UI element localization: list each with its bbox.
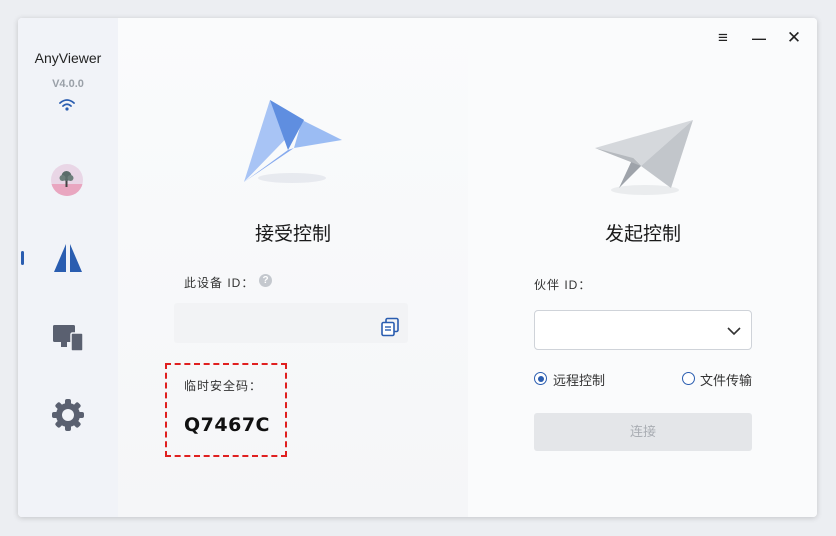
- sidebar: AnyViewer V4.0.0: [18, 18, 118, 517]
- paper-plane-gray-icon: [593, 118, 695, 201]
- connect-button[interactable]: 连接: [534, 413, 752, 451]
- minimize-button[interactable]: —: [749, 28, 769, 48]
- partner-id-label: 伙伴 ID：: [534, 278, 592, 292]
- close-button[interactable]: ✕: [784, 28, 804, 48]
- file-transfer-radio[interactable]: [682, 372, 695, 385]
- app-window: AnyViewer V4.0.0 ≡ — ✕ 接受控制 发起控制 此设备 ID：…: [18, 18, 817, 517]
- gear-icon[interactable]: [52, 399, 84, 436]
- copy-icon[interactable]: [380, 317, 400, 342]
- devices-nav-icon[interactable]: [52, 324, 84, 357]
- remote-control-nav-icon[interactable]: [52, 243, 84, 278]
- file-transfer-label[interactable]: 文件传输: [700, 370, 752, 389]
- temp-code-label: 临时安全码：: [184, 379, 263, 393]
- wifi-icon: [59, 98, 75, 116]
- app-version: V4.0.0: [52, 78, 84, 90]
- paper-plane-blue-icon: [240, 98, 344, 189]
- partner-id-select[interactable]: [534, 310, 752, 350]
- active-indicator: [21, 251, 24, 265]
- device-id-field: [174, 303, 408, 343]
- temp-security-code: Q7467C: [184, 414, 270, 436]
- remote-control-radio[interactable]: [534, 372, 547, 385]
- chevron-down-icon[interactable]: [727, 323, 741, 341]
- receive-title: 接受控制: [255, 224, 332, 245]
- device-id-label: 此设备 ID：: [184, 276, 255, 290]
- menu-icon[interactable]: ≡: [713, 28, 733, 48]
- app-title: AnyViewer: [34, 50, 102, 66]
- initiate-title: 发起控制: [605, 224, 682, 245]
- avatar[interactable]: [51, 164, 83, 196]
- remote-control-label[interactable]: 远程控制: [553, 370, 605, 389]
- help-icon[interactable]: ?: [259, 274, 272, 287]
